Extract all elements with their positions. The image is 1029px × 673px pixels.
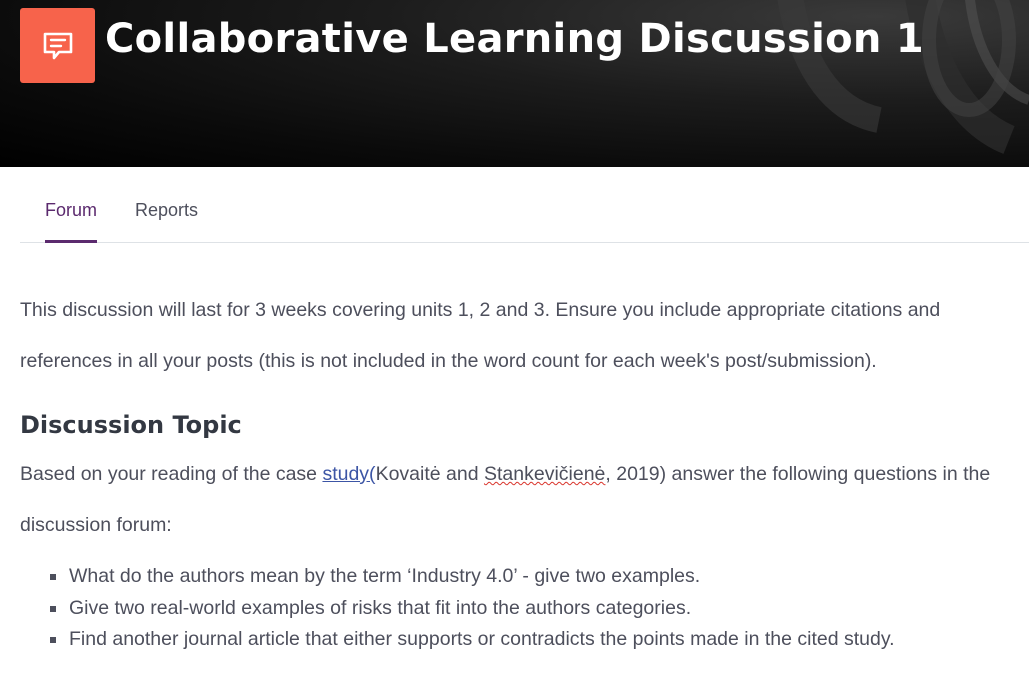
bullet-icon xyxy=(50,574,56,580)
topic-paragraph: Based on your reading of the case study(… xyxy=(20,449,1025,551)
question-text: What do the authors mean by the term ‘In… xyxy=(69,565,701,587)
tab-reports[interactable]: Reports xyxy=(135,200,198,243)
page-banner: Collaborative Learning Discussion 1 xyxy=(0,0,1029,167)
bullet-icon xyxy=(50,637,56,643)
topic-author-a: Kovaitė and xyxy=(375,463,484,485)
topic-author-b: Stankevičienė xyxy=(483,463,606,485)
list-item: Give two real-world examples of risks th… xyxy=(20,593,895,625)
tab-bar: Forum Reports xyxy=(20,167,1029,243)
section-heading: Discussion Topic xyxy=(20,411,242,439)
list-item: What do the authors mean by the term ‘In… xyxy=(20,561,895,593)
intro-paragraph: This discussion will last for 3 weeks co… xyxy=(20,299,941,372)
tab-forum[interactable]: Forum xyxy=(45,200,98,243)
question-text: Find another journal article that either… xyxy=(69,628,895,650)
question-text: Give two real-world examples of risks th… xyxy=(69,596,692,619)
case-study-link[interactable]: study( xyxy=(322,463,375,485)
question-list: What do the authors mean by the term ‘In… xyxy=(20,561,895,656)
topic-prefix: Based on your reading of the case xyxy=(20,463,323,485)
forum-icon xyxy=(20,8,95,83)
bullet-icon xyxy=(50,605,56,612)
list-item: Find another journal article that either… xyxy=(20,624,895,656)
page-title: Collaborative Learning Discussion 1 xyxy=(105,16,925,62)
